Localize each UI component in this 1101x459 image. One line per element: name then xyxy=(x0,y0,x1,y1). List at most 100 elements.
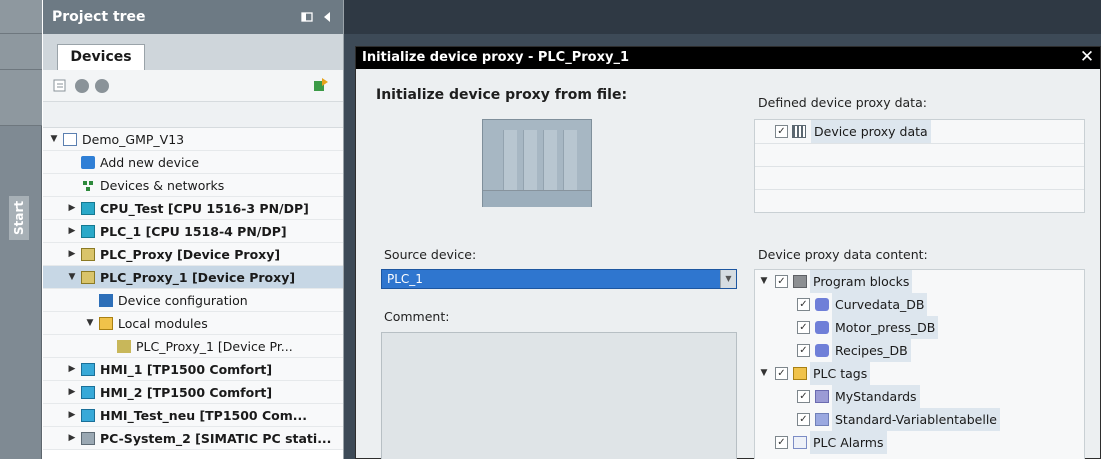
tags-folder-icon xyxy=(793,367,807,380)
comment-label: Comment: xyxy=(384,309,450,324)
tree-item[interactable]: ▶ HMI_1 [TP1500 Comfort] xyxy=(43,358,343,381)
content-item-label: PLC tags xyxy=(810,362,871,385)
workspace-top-band xyxy=(344,0,1101,34)
start-tab[interactable]: Start xyxy=(9,196,29,240)
content-item[interactable]: ✓ Recipes_DB xyxy=(755,339,1084,362)
tree-item[interactable]: ▶ PLC_1 [CPU 1518-4 PN/DP] xyxy=(43,220,343,243)
hmi-icon xyxy=(81,363,95,376)
tree-item-label: PLC_Proxy [Device Proxy] xyxy=(100,247,281,262)
device-proxy-icon xyxy=(81,248,95,261)
data-block-icon xyxy=(815,321,829,334)
checkbox-icon[interactable]: ✓ xyxy=(797,344,810,357)
device-preview-image xyxy=(482,119,592,207)
collapse-left-icon[interactable] xyxy=(321,11,333,23)
dialog-title: Initialize device proxy - PLC_Proxy_1 xyxy=(362,50,629,65)
new-view-icon[interactable] xyxy=(53,78,68,93)
project-tree-panel: Project tree Devices ▼ Demo_GMP_V13 Add ne… xyxy=(43,0,344,459)
defined-data-label: Defined device proxy data: xyxy=(758,95,927,110)
tree-item-label: PLC_1 [CPU 1518-4 PN/DP] xyxy=(100,224,287,239)
grid-line xyxy=(755,166,1084,167)
module-slot xyxy=(523,130,537,190)
tab-devices[interactable]: Devices xyxy=(57,44,145,70)
expand-right-icon[interactable]: ▶ xyxy=(67,197,77,220)
expand-down-icon[interactable]: ▼ xyxy=(67,266,77,289)
tree-item[interactable]: ▶ HMI_Test_neu [TP1500 Com... xyxy=(43,404,343,427)
content-item-label: MyStandards xyxy=(832,385,920,408)
tree-item[interactable]: ▼ Local modules xyxy=(43,312,343,335)
expand-right-icon[interactable]: ▶ xyxy=(67,404,77,427)
content-item[interactable]: ✓ MyStandards xyxy=(755,385,1084,408)
checkbox-icon[interactable]: ✓ xyxy=(775,436,788,449)
content-item-label: Standard-Variablentabelle xyxy=(832,408,1000,431)
content-item[interactable]: ▼ ✓ Program blocks xyxy=(755,270,1084,293)
source-device-value: PLC_1 xyxy=(387,272,423,286)
tree-item[interactable]: ▶ CPU_Test [CPU 1516-3 PN/DP] xyxy=(43,197,343,220)
source-device-select[interactable]: PLC_1 ▼ xyxy=(381,269,737,289)
module-slot xyxy=(563,130,577,190)
tree-item[interactable]: PLC_Proxy_1 [Device Pr... xyxy=(43,335,343,358)
proxy-module-icon xyxy=(117,340,131,353)
start-strip: Start xyxy=(0,0,42,459)
tree-item[interactable]: ▼ Demo_GMP_V13 xyxy=(43,128,343,151)
tree-item-label: Local modules xyxy=(118,316,208,331)
checkbox-icon[interactable]: ✓ xyxy=(797,298,810,311)
pc-station-icon xyxy=(81,432,95,445)
alarms-icon xyxy=(793,436,807,449)
tree-item-label: Device configuration xyxy=(118,293,248,308)
checkbox-icon[interactable]: ✓ xyxy=(797,321,810,334)
tree-item[interactable]: Add new device xyxy=(43,151,343,174)
hmi-icon xyxy=(81,409,95,422)
tree-item-label: HMI_Test_neu [TP1500 Com... xyxy=(100,408,308,423)
back-icon[interactable] xyxy=(75,79,89,93)
expand-right-icon[interactable]: ▶ xyxy=(67,381,77,404)
tree-item[interactable]: ▶ PLC_Proxy [Device Proxy] xyxy=(43,243,343,266)
project-tree-title: Project tree xyxy=(52,9,146,25)
expand-right-icon[interactable]: ▶ xyxy=(67,427,77,450)
dialog-title-bar: Initialize device proxy - PLC_Proxy_1 ✕ xyxy=(356,47,1100,69)
content-item[interactable]: ✓ Curvedata_DB xyxy=(755,293,1084,316)
checkbox-icon[interactable]: ✓ xyxy=(775,275,788,288)
hmi-icon xyxy=(81,386,95,399)
tree-item[interactable]: ▶ PC-System_2 [SIMATIC PC stati... xyxy=(43,427,343,450)
tree-item-label: Add new device xyxy=(100,155,200,170)
pane-toggle-icon[interactable] xyxy=(301,11,313,23)
tree-item-label: PLC_Proxy_1 [Device Proxy] xyxy=(100,270,296,285)
content-item[interactable]: ✓ Motor_press_DB xyxy=(755,316,1084,339)
chevron-down-icon[interactable]: ▼ xyxy=(720,270,736,288)
forward-icon[interactable] xyxy=(95,79,109,93)
init-heading: Initialize device proxy from file: xyxy=(376,87,628,103)
tree-item[interactable]: Devices & networks xyxy=(43,174,343,197)
tree-item-label: HMI_2 [TP1500 Comfort] xyxy=(100,385,273,400)
expand-right-icon[interactable]: ▶ xyxy=(67,358,77,381)
device-tree: ▼ Demo_GMP_V13 Add new device Devices & net… xyxy=(43,128,343,450)
defined-data-row[interactable]: ✓ Device proxy data xyxy=(755,120,1084,143)
module-slot xyxy=(503,130,517,190)
checkbox-icon[interactable]: ✓ xyxy=(775,367,788,380)
tree-item[interactable]: ▶ HMI_2 [TP1500 Comfort] xyxy=(43,381,343,404)
checkbox-icon[interactable]: ✓ xyxy=(775,125,788,138)
expand-right-icon[interactable]: ▶ xyxy=(67,243,77,266)
tag-table-icon xyxy=(815,390,829,403)
expand-down-icon[interactable]: ▼ xyxy=(759,270,769,293)
expand-down-icon[interactable]: ▼ xyxy=(759,362,769,385)
expand-down-icon[interactable]: ▼ xyxy=(85,312,95,335)
checkbox-icon[interactable]: ✓ xyxy=(797,413,810,426)
tree-item-label: Demo_GMP_V13 xyxy=(82,132,185,147)
checkbox-icon[interactable]: ✓ xyxy=(797,390,810,403)
initialize-device-proxy-dialog: Initialize device proxy - PLC_Proxy_1 ✕ … xyxy=(355,46,1101,459)
content-item[interactable]: ✓ Standard-Variablentabelle xyxy=(755,408,1084,431)
expand-down-icon[interactable]: ▼ xyxy=(49,128,59,151)
expand-right-icon[interactable]: ▶ xyxy=(67,220,77,243)
content-item-label: Motor_press_DB xyxy=(832,316,939,339)
project-tree-header: Project tree xyxy=(43,0,343,34)
start-strip-cell xyxy=(0,0,42,34)
content-item[interactable]: ▼ ✓ PLC tags xyxy=(755,362,1084,385)
tree-item-label: PLC_Proxy_1 [Device Pr... xyxy=(136,339,293,354)
close-icon[interactable]: ✕ xyxy=(1078,47,1096,69)
tree-item[interactable]: ▼ PLC_Proxy_1 [Device Proxy] xyxy=(43,266,343,289)
tree-item-label: HMI_1 [TP1500 Comfort] xyxy=(100,362,273,377)
content-item[interactable]: ✓ PLC Alarms xyxy=(755,431,1084,454)
comment-textarea[interactable] xyxy=(381,332,737,459)
tree-item[interactable]: Device configuration xyxy=(43,289,343,312)
export-icon[interactable] xyxy=(313,77,329,93)
